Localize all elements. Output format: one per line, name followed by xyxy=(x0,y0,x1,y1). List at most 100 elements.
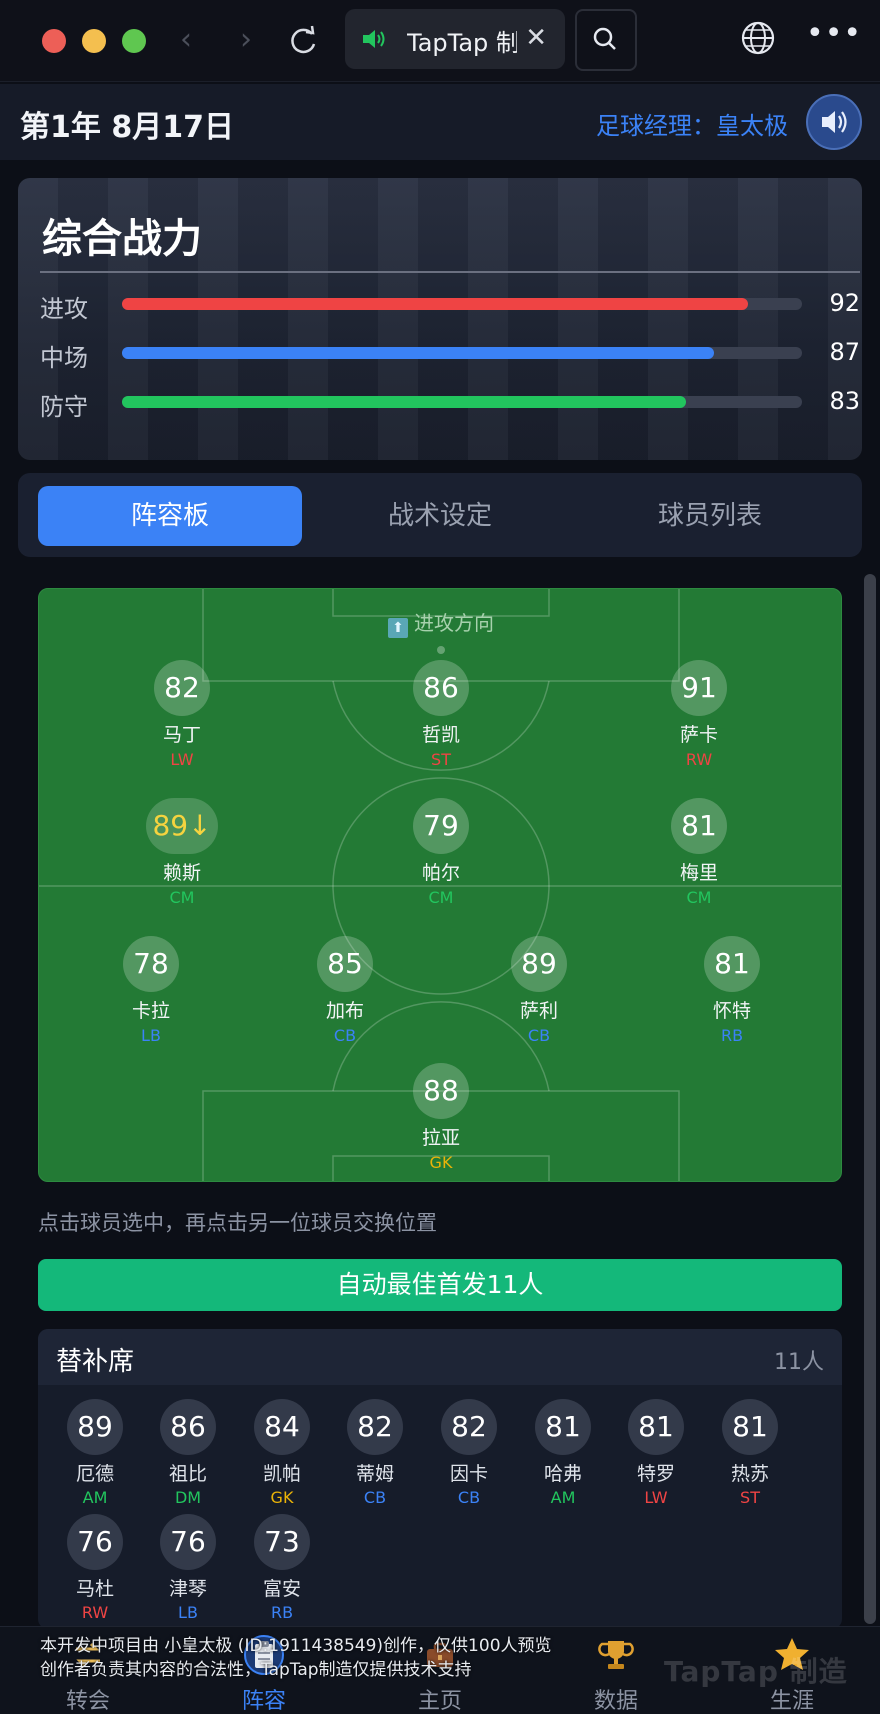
bench-player[interactable]: 73 富安 RB xyxy=(237,1514,327,1622)
stat-defense: 防守 83 xyxy=(40,383,860,423)
minimize-window-button[interactable] xyxy=(82,29,106,53)
speaker-icon[interactable] xyxy=(361,27,387,51)
player-name: 梅里 xyxy=(679,862,718,884)
player-name: 萨利 xyxy=(519,1000,558,1022)
player-rating: 78 xyxy=(123,936,179,992)
bench-player[interactable]: 89 厄德 AM xyxy=(50,1399,140,1507)
globe-icon[interactable] xyxy=(740,20,776,56)
zoom-window-button[interactable] xyxy=(122,29,146,53)
swap-hint-text: 点击球员选中，再点击另一位球员交换位置 xyxy=(38,1211,437,1235)
player-position: AM xyxy=(82,1488,108,1507)
bench-player[interactable]: 76 津琴 LB xyxy=(143,1514,233,1622)
stat-label: 进攻 xyxy=(40,295,88,323)
attack-direction-label: 进攻方向 xyxy=(414,611,494,635)
player-position: CB xyxy=(527,1026,551,1045)
more-options-icon[interactable]: ••• xyxy=(806,16,862,51)
player-position: CM xyxy=(428,888,454,907)
player-name: 拉亚 xyxy=(421,1127,460,1149)
player-rating: 73 xyxy=(254,1514,310,1570)
player-rating: 82 xyxy=(154,660,210,716)
arrow-up-icon: ⬆ xyxy=(388,618,408,638)
player-rating: 81 xyxy=(628,1399,684,1455)
player-rating: 81 xyxy=(671,798,727,854)
page-scrollbar[interactable] xyxy=(864,574,876,1624)
stat-track xyxy=(122,298,802,310)
player-position: LW xyxy=(170,750,194,769)
notice-line-1: 本开发中项目由 小皇太极 (ID:1911438549)创作，仅供100人预览 xyxy=(40,1636,552,1656)
reload-icon[interactable] xyxy=(284,22,322,60)
bench-title: 替补席 xyxy=(56,1347,135,1377)
player-rating: 88 xyxy=(413,1063,469,1119)
player-position: LB xyxy=(141,1026,161,1045)
bench-player[interactable]: 81 特罗 LW xyxy=(611,1399,701,1507)
back-arrow-icon[interactable]: ‹ xyxy=(180,22,192,57)
player-name: 哈弗 xyxy=(543,1463,582,1485)
game-date: 第1年 8月17日 xyxy=(20,110,234,145)
stat-label: 防守 xyxy=(40,393,88,421)
bench-player[interactable]: 82 因卡 CB xyxy=(424,1399,514,1507)
nav-label: 主页 xyxy=(417,1689,462,1714)
player-rating: 76 xyxy=(67,1514,123,1570)
player-slot-rw[interactable]: 91 萨卡 RW xyxy=(639,660,759,769)
tab-tactics[interactable]: 战术设定 xyxy=(308,486,572,546)
stat-fill xyxy=(122,396,687,408)
player-position: CM xyxy=(686,888,712,907)
player-slot-lb[interactable]: 78 卡拉 LB xyxy=(91,936,211,1045)
close-window-button[interactable] xyxy=(42,29,66,53)
tab-lineup-board[interactable]: 阵容板 xyxy=(38,486,302,546)
player-slot-cb-left[interactable]: 85 加布 CB xyxy=(285,936,405,1045)
player-rating: 85 xyxy=(317,936,373,992)
browser-tab[interactable]: TapTap 制 ✕ xyxy=(345,9,565,69)
player-name: 萨卡 xyxy=(679,724,718,746)
player-slot-cm-left[interactable]: 89↓ 赖斯 CM xyxy=(122,798,242,907)
browser-toolbar: ‹ › TapTap 制 ✕ ••• xyxy=(0,0,880,82)
player-name: 因卡 xyxy=(449,1463,488,1485)
stat-fill xyxy=(122,347,714,359)
auto-best-lineup-button[interactable]: 自动最佳首发11人 xyxy=(38,1259,842,1311)
tab-player-list[interactable]: 球员列表 xyxy=(578,486,842,546)
player-name: 卡拉 xyxy=(131,1000,170,1022)
stat-track xyxy=(122,396,802,408)
bench-header: 替补席 11人 xyxy=(38,1329,842,1385)
bench-player[interactable]: 86 祖比 DM xyxy=(143,1399,233,1507)
bench-player[interactable]: 82 蒂姆 CB xyxy=(330,1399,420,1507)
bench-player[interactable]: 84 凯帕 GK xyxy=(237,1399,327,1507)
volume-icon xyxy=(822,111,847,133)
stat-value: 87 xyxy=(829,338,860,366)
formation-pitch: ⬆ 进攻方向 82 马丁 LW 86 哲凯 ST 91 萨卡 RW 89↓ 赖斯 … xyxy=(38,588,842,1182)
player-name: 祖比 xyxy=(168,1463,207,1485)
manager-name: 足球经理：皇太极 xyxy=(596,112,788,140)
app-header: 第1年 8月17日 足球经理：皇太极 xyxy=(0,84,880,160)
player-position: CM xyxy=(169,888,195,907)
sound-toggle-button[interactable] xyxy=(806,94,862,150)
player-slot-cm-right[interactable]: 81 梅里 CM xyxy=(639,798,759,907)
notice-line-2: 创作者负责其内容的合法性，TapTap制造仅提供技术支持 xyxy=(40,1660,472,1680)
bench-player[interactable]: 76 马杜 RW xyxy=(50,1514,140,1622)
search-icon xyxy=(593,27,616,50)
player-rating: 89 xyxy=(511,936,567,992)
player-slot-cb-right[interactable]: 89 萨利 CB xyxy=(479,936,599,1045)
bench-panel: 替补席 11人 89 厄德 AM 86 祖比 DM 84 凯帕 GK 82 蒂姆… xyxy=(38,1329,842,1629)
forward-arrow-icon[interactable]: › xyxy=(240,22,252,57)
player-rating: 86 xyxy=(413,660,469,716)
stat-attack: 进攻 92 xyxy=(40,285,860,325)
close-tab-icon[interactable]: ✕ xyxy=(525,23,547,53)
player-position: RB xyxy=(720,1026,744,1045)
player-name: 凯帕 xyxy=(262,1463,301,1485)
player-position: ST xyxy=(431,750,451,769)
player-slot-lw[interactable]: 82 马丁 LW xyxy=(122,660,242,769)
player-name: 热苏 xyxy=(730,1463,769,1485)
stat-midfield: 中场 87 xyxy=(40,334,860,374)
player-name: 津琴 xyxy=(168,1578,207,1600)
player-slot-gk[interactable]: 88 拉亚 GK xyxy=(381,1063,501,1172)
player-name: 赖斯 xyxy=(162,862,201,884)
player-position: RW xyxy=(685,750,713,769)
player-name: 加布 xyxy=(325,1000,364,1022)
view-tabs: 阵容板 战术设定 球员列表 xyxy=(18,473,862,557)
search-button[interactable] xyxy=(575,9,637,71)
bench-player[interactable]: 81 热苏 ST xyxy=(705,1399,795,1507)
player-slot-cm-center[interactable]: 79 帕尔 CM xyxy=(381,798,501,907)
bench-player[interactable]: 81 哈弗 AM xyxy=(518,1399,608,1507)
player-slot-st[interactable]: 86 哲凯 ST xyxy=(381,660,501,769)
player-slot-rb[interactable]: 81 怀特 RB xyxy=(672,936,792,1045)
